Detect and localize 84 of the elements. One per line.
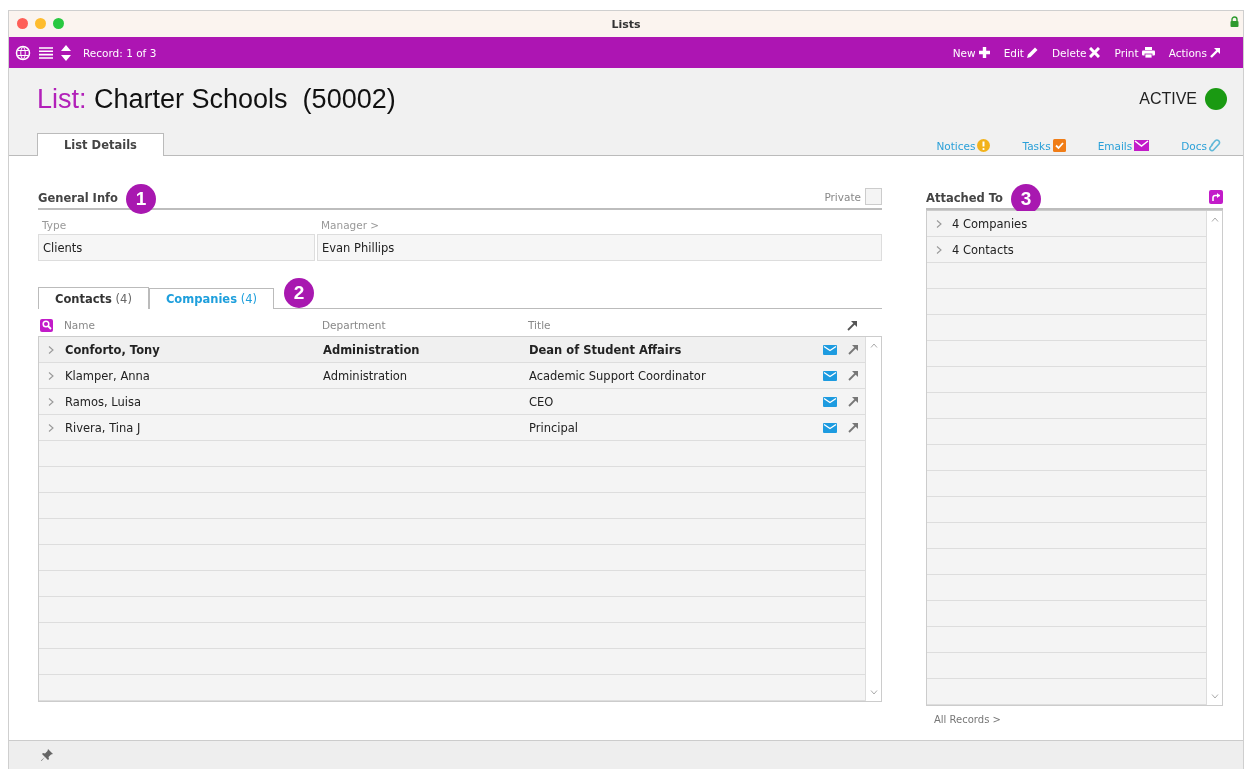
plus-icon <box>978 47 990 58</box>
envelope-icon[interactable] <box>823 396 837 407</box>
diagonal-arrow-icon <box>1210 47 1221 58</box>
minimize-button[interactable] <box>35 18 46 29</box>
table-cell: Klamper, Anna <box>65 368 150 383</box>
private-checkbox[interactable] <box>865 188 882 205</box>
table-cell: Academic Support Coordinator <box>529 368 706 383</box>
toolbar-button[interactable]: Actions <box>1168 46 1221 59</box>
field-value[interactable]: Evan Phillips <box>317 234 882 261</box>
diagonal-arrow-icon[interactable] <box>848 396 859 407</box>
diagonal-arrow-icon[interactable] <box>848 370 859 381</box>
zoom-button[interactable] <box>53 18 64 29</box>
callout-badge: 2 <box>283 278 314 308</box>
printer-icon <box>1141 47 1155 58</box>
table-cell: Conforto, Tony <box>65 342 160 357</box>
callout-badge: 3 <box>1010 184 1041 214</box>
column-header: Name <box>64 319 95 331</box>
all-records-link[interactable]: All Records > <box>934 714 1001 725</box>
record-title: List: Charter Schools (50002) <box>37 83 396 115</box>
chevron-icon[interactable] <box>48 371 54 380</box>
callout-badge: 1 <box>126 184 156 214</box>
status-dot <box>1205 88 1227 110</box>
table-cell: Administration <box>323 342 420 357</box>
diagonal-arrow-icon[interactable] <box>848 344 859 355</box>
table-cell: Rivera, Tina J <box>65 420 141 435</box>
cross-icon <box>1089 47 1101 58</box>
scroll-up-icon[interactable] <box>1210 217 1219 222</box>
column-header: Department <box>322 319 386 331</box>
table-cell: Ramos, Luisa <box>65 394 142 409</box>
list-icon[interactable] <box>39 46 53 59</box>
table-row[interactable]: Klamper, Anna Administration Academic Support Coordinator <box>39 363 865 389</box>
field-label: Type <box>41 219 68 231</box>
exclamation-icon <box>977 139 991 152</box>
list-item[interactable]: 4 Contacts <box>927 237 1206 263</box>
pin-icon[interactable] <box>41 749 53 761</box>
status-label: ACTIVE <box>1139 90 1197 108</box>
chevron-icon[interactable] <box>936 245 942 254</box>
field-label: Manager > <box>320 219 381 231</box>
checkbox-icon <box>1052 139 1066 152</box>
toolbar-button[interactable]: Delete <box>1052 46 1101 59</box>
table-cell: Administration <box>323 368 408 383</box>
table-cell: Principal <box>529 420 578 435</box>
toolbar-button[interactable]: New <box>952 46 990 59</box>
scroll-down-icon[interactable] <box>869 690 878 695</box>
chevron-icon[interactable] <box>48 397 54 406</box>
tab[interactable]: List Details <box>37 133 164 156</box>
table-row[interactable]: Rivera, Tina J Principal <box>39 415 865 441</box>
diagonal-arrow-icon[interactable] <box>848 422 859 433</box>
window-title: Lists <box>611 17 641 31</box>
chevron-icon[interactable] <box>48 423 54 432</box>
section-heading: Attached To <box>926 191 1003 207</box>
toolbar-button[interactable]: Print <box>1114 46 1155 59</box>
section-heading: General Info <box>38 191 118 207</box>
tab[interactable]: Contacts (4) <box>38 287 149 309</box>
diagonal-arrow-icon[interactable] <box>847 319 858 331</box>
tab[interactable]: Companies (4) <box>148 288 274 309</box>
private-label: Private <box>824 190 861 203</box>
table-cell: CEO <box>529 394 554 409</box>
envelope-icon <box>1134 140 1150 151</box>
lock-icon <box>1230 16 1239 27</box>
record-counter: Record: 1 of 3 <box>83 46 157 59</box>
globe-icon[interactable] <box>15 44 31 61</box>
chevron-icon[interactable] <box>48 345 54 354</box>
search-button[interactable] <box>40 318 53 332</box>
scrollbar[interactable] <box>1206 211 1222 705</box>
envelope-icon[interactable] <box>823 370 837 381</box>
close-button[interactable] <box>17 18 28 29</box>
table-cell: Dean of Student Affairs <box>529 342 682 357</box>
up-down-icon[interactable] <box>61 44 71 61</box>
envelope-icon[interactable] <box>823 344 837 355</box>
column-header: Title <box>528 319 551 331</box>
scroll-up-icon[interactable] <box>869 343 878 348</box>
add-button[interactable] <box>1209 190 1223 204</box>
toolbar-button[interactable]: Edit <box>1003 46 1038 59</box>
scrollbar[interactable] <box>865 337 881 701</box>
list-item[interactable]: 4 Companies <box>927 211 1206 237</box>
field-value[interactable]: Clients <box>38 234 315 261</box>
envelope-icon[interactable] <box>823 422 837 433</box>
pencil-icon <box>1027 47 1038 58</box>
chevron-icon[interactable] <box>936 219 942 228</box>
table-row[interactable]: Ramos, Luisa CEO <box>39 389 865 415</box>
scroll-down-icon[interactable] <box>1210 694 1219 699</box>
table-row[interactable]: Conforto, Tony Administration Dean of Student Affairs <box>39 337 865 363</box>
paperclip-icon <box>1209 139 1221 152</box>
